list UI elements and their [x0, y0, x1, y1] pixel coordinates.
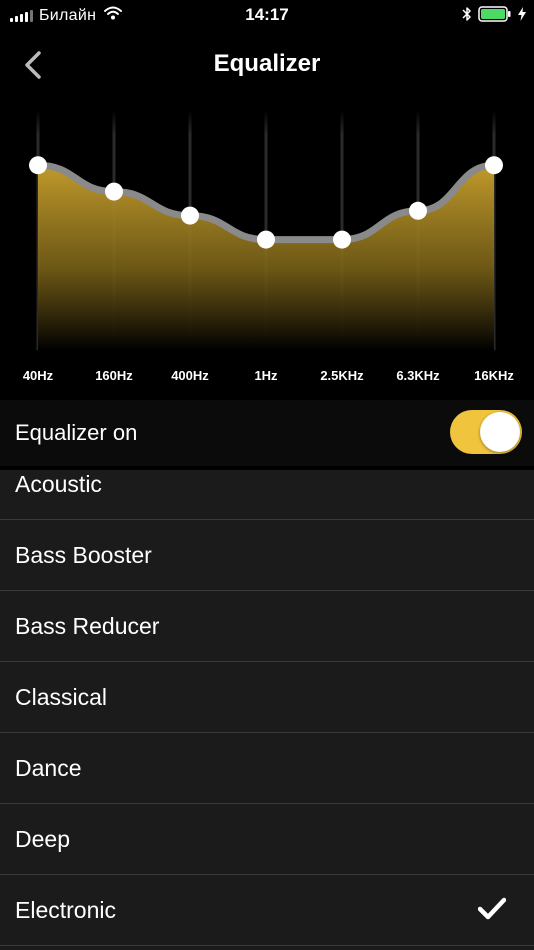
- preset-label: Deep: [15, 826, 70, 852]
- equalizer-toggle-label: Equalizer on: [15, 420, 138, 445]
- status-time: 14:17: [245, 5, 289, 24]
- preset-item-deep[interactable]: Deep: [0, 804, 534, 875]
- band-knob-40hz[interactable]: [29, 156, 47, 175]
- preset-item-bass-reducer[interactable]: Bass Reducer: [0, 591, 534, 662]
- toggle-knob: [480, 412, 520, 452]
- equalizer-toggle-row: Equalizer on: [0, 400, 534, 466]
- frequency-labels: 40Hz 160Hz 400Hz 1Hz 2.5KHz 6.3KHz 16KHz: [0, 368, 534, 388]
- equalizer-toggle-switch[interactable]: [450, 410, 522, 454]
- preset-label: Classical: [15, 684, 108, 710]
- preset-label: Bass Reducer: [15, 613, 160, 639]
- preset-label: Bass Booster: [15, 542, 152, 568]
- band-knob-1hz[interactable]: [257, 230, 275, 249]
- band-knob-6-3khz[interactable]: [409, 201, 427, 220]
- preset-label: Dance: [15, 755, 82, 781]
- freq-label-16khz: 16KHz: [474, 368, 514, 383]
- freq-label-2-5khz: 2.5KHz: [320, 368, 364, 383]
- checkmark-icon: [477, 897, 507, 926]
- navigation-bar: Equalizer: [0, 30, 534, 100]
- page-title: Equalizer: [213, 50, 321, 77]
- preset-item-electronic[interactable]: Electronic: [0, 875, 534, 946]
- equalizer-graph: 40Hz 160Hz 400Hz 1Hz 2.5KHz 6.3KHz 16KHz: [0, 100, 534, 400]
- preset-label: Acoustic: [15, 471, 102, 497]
- charging-icon: [518, 7, 526, 26]
- freq-label-400hz: 400Hz: [171, 368, 209, 383]
- freq-label-40hz: 40Hz: [22, 368, 54, 383]
- preset-list: Acoustic Bass Booster Bass Reducer Class…: [0, 470, 534, 950]
- status-bar: Билайн 14:17: [0, 0, 534, 30]
- band-knob-400hz[interactable]: [181, 206, 199, 225]
- preset-item-classical[interactable]: Classical: [0, 662, 534, 733]
- band-knob-160hz[interactable]: [105, 182, 123, 201]
- preset-item-acoustic[interactable]: Acoustic: [0, 470, 534, 520]
- preset-item-dance[interactable]: Dance: [0, 733, 534, 804]
- battery-icon: [478, 6, 512, 27]
- equalizer-curve-chart: [29, 110, 503, 350]
- freq-label-1hz: 1Hz: [254, 368, 278, 383]
- band-knob-2-5khz[interactable]: [333, 230, 351, 249]
- preset-item-bass-booster[interactable]: Bass Booster: [0, 520, 534, 591]
- freq-label-160hz: 160Hz: [95, 368, 133, 383]
- preset-label: Electronic: [15, 897, 116, 923]
- bluetooth-icon: [462, 6, 472, 27]
- freq-label-6-3khz: 6.3KHz: [396, 368, 440, 383]
- band-knob-16khz[interactable]: [485, 156, 503, 175]
- status-right: [462, 6, 526, 27]
